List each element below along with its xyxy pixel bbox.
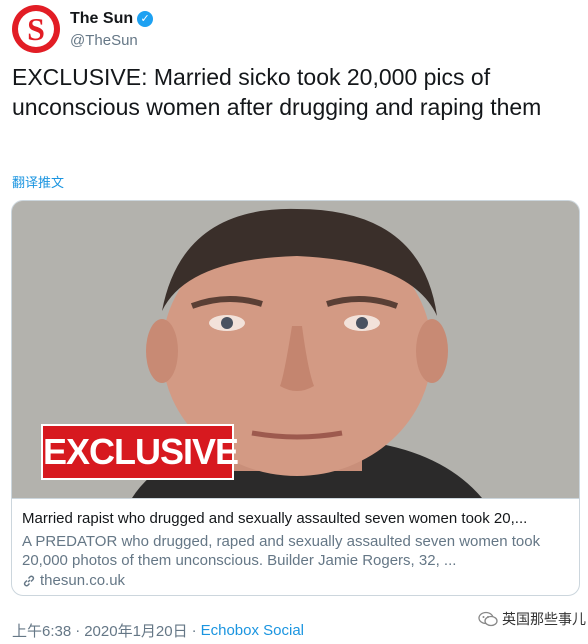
card-title[interactable]: Married rapist who drugged and sexually … — [22, 510, 572, 527]
wechat-icon — [478, 611, 498, 627]
tweet-footer: 上午6:38 · 2020年1月20日 · Echobox Social — [12, 620, 304, 641]
display-name[interactable]: The Sun — [70, 10, 133, 28]
tweet-date[interactable]: 2020年1月20日 — [84, 620, 187, 641]
tweet-header: S The Sun ✓ @TheSun — [12, 5, 576, 53]
tweet-source-link[interactable]: Echobox Social — [201, 622, 304, 639]
footer-separator: · — [75, 622, 81, 639]
card-body: Married rapist who drugged and sexually … — [12, 498, 579, 595]
card-image: EXCLUSIVE — [12, 201, 579, 498]
name-row: The Sun ✓ — [70, 9, 154, 29]
account-handle[interactable]: @TheSun — [70, 32, 138, 49]
card-description: A PREDATOR who drugged, raped and sexual… — [22, 533, 541, 569]
card-domain[interactable]: thesun.co.uk — [22, 572, 125, 589]
link-icon — [23, 575, 35, 586]
tweet-text: EXCLUSIVE: Married sicko took 20,000 pic… — [12, 64, 542, 120]
tweet-time[interactable]: 上午6:38 — [12, 620, 71, 641]
link-card[interactable]: EXCLUSIVE Married rapist who drugged and… — [11, 200, 580, 596]
verified-badge-icon: ✓ — [137, 11, 154, 27]
card-domain-text: thesun.co.uk — [40, 572, 126, 589]
footer-separator: · — [191, 622, 197, 639]
avatar[interactable]: S — [12, 5, 60, 53]
exclusive-badge: EXCLUSIVE — [41, 424, 239, 480]
watermark-text: 英国那些事儿 — [502, 611, 586, 627]
avatar-letter: S — [27, 11, 45, 47]
watermark: 英国那些事儿 — [478, 609, 586, 629]
translate-tweet-link[interactable]: 翻译推文 — [12, 172, 64, 191]
